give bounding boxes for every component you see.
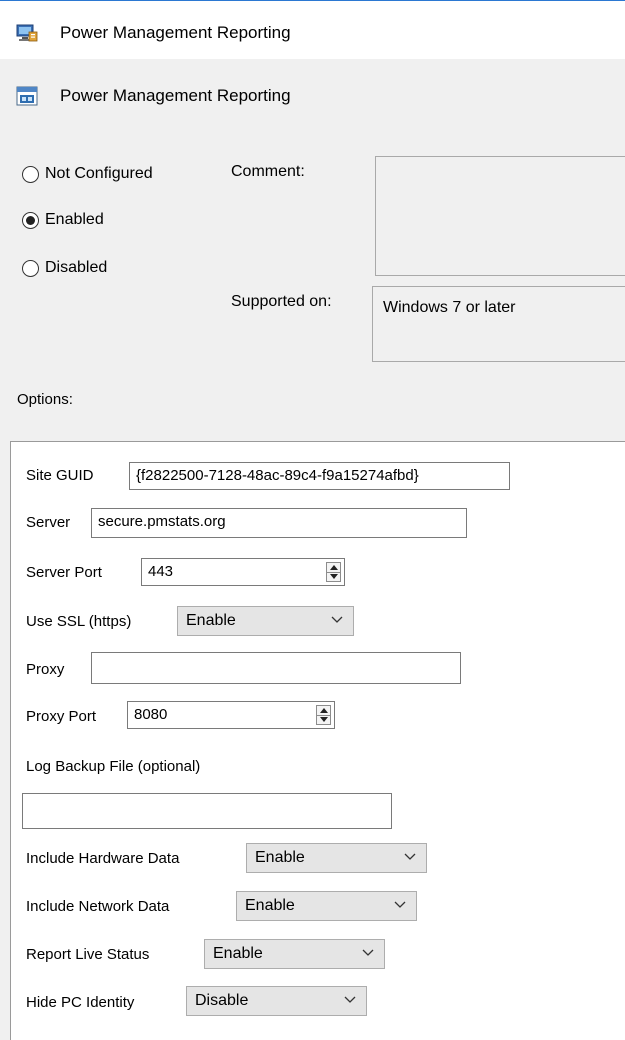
radio-enabled-label: Enabled: [45, 211, 104, 228]
chevron-down-icon: [344, 996, 356, 1003]
use-ssl-value: Enable: [186, 612, 236, 629]
chevron-down-icon: [404, 853, 416, 860]
server-port-spinner[interactable]: 443: [141, 558, 345, 586]
proxy-label: Proxy: [26, 661, 65, 678]
supported-on-label: Supported on:: [231, 293, 332, 310]
radio-not-configured-label: Not Configured: [45, 165, 153, 182]
hide-pc-label: Hide PC Identity: [26, 994, 135, 1011]
server-port-spin-buttons[interactable]: [326, 562, 341, 582]
comment-label: Comment:: [231, 163, 305, 180]
report-live-value: Enable: [213, 945, 263, 962]
chevron-down-icon: [394, 901, 406, 908]
report-live-label: Report Live Status: [26, 946, 150, 963]
log-backup-input[interactable]: [22, 793, 392, 829]
spin-down-icon[interactable]: [317, 715, 330, 724]
proxy-port-label: Proxy Port: [26, 708, 97, 725]
spin-down-icon[interactable]: [327, 572, 340, 581]
window-title: Power Management Reporting: [60, 23, 291, 42]
options-label: Options:: [17, 391, 73, 408]
include-hardware-value: Enable: [255, 849, 305, 866]
server-input[interactable]: secure.pmstats.org: [91, 508, 467, 538]
policy-name: Power Management Reporting: [60, 86, 291, 105]
use-ssl-dropdown[interactable]: Enable: [177, 606, 354, 636]
computer-policy-icon: [16, 24, 38, 42]
radio-disabled-label: Disabled: [45, 259, 108, 276]
hide-pc-value: Disable: [195, 992, 249, 1009]
supported-on-box: Windows 7 or later: [372, 286, 625, 362]
include-hardware-label: Include Hardware Data: [26, 850, 180, 867]
include-network-value: Enable: [245, 897, 295, 914]
radio-enabled-button[interactable]: [22, 211, 39, 229]
proxy-port-value: 8080: [134, 706, 168, 723]
chevron-down-icon: [331, 616, 343, 623]
include-network-dropdown[interactable]: Enable: [236, 891, 417, 921]
use-ssl-label: Use SSL (https): [26, 613, 132, 630]
title-bar: Power Management Reporting: [0, 1, 625, 59]
supported-on-value: Windows 7 or later: [383, 299, 516, 316]
site-guid-label: Site GUID: [26, 467, 94, 484]
options-panel: Site GUID {f2822500-7128-48ac-89c4-f9a15…: [10, 441, 625, 1040]
chevron-down-icon: [362, 949, 374, 956]
include-hardware-dropdown[interactable]: Enable: [246, 843, 427, 873]
proxy-port-spinner[interactable]: 8080: [127, 701, 335, 729]
log-backup-label: Log Backup File (optional): [26, 758, 201, 775]
proxy-input[interactable]: [91, 652, 461, 684]
policy-editor-window: Power Management Reporting Power Managem…: [0, 0, 625, 1040]
include-network-label: Include Network Data: [26, 898, 170, 915]
report-live-dropdown[interactable]: Enable: [204, 939, 385, 969]
radio-disabled-button[interactable]: [22, 259, 39, 277]
server-port-value: 443: [148, 563, 174, 580]
site-guid-input[interactable]: {f2822500-7128-48ac-89c4-f9a15274afbd}: [129, 462, 510, 490]
proxy-port-spin-buttons[interactable]: [316, 705, 331, 725]
policy-setting-icon: [16, 86, 38, 106]
server-port-label: Server Port: [26, 564, 102, 581]
hide-pc-dropdown[interactable]: Disable: [186, 986, 367, 1016]
radio-enabled[interactable]: Enabled: [22, 208, 104, 232]
server-label: Server: [26, 514, 71, 531]
radio-not-configured-button[interactable]: [22, 165, 39, 183]
comment-textarea[interactable]: [375, 156, 625, 276]
radio-not-configured[interactable]: Not Configured: [22, 162, 153, 186]
radio-disabled[interactable]: Disabled: [22, 256, 107, 280]
